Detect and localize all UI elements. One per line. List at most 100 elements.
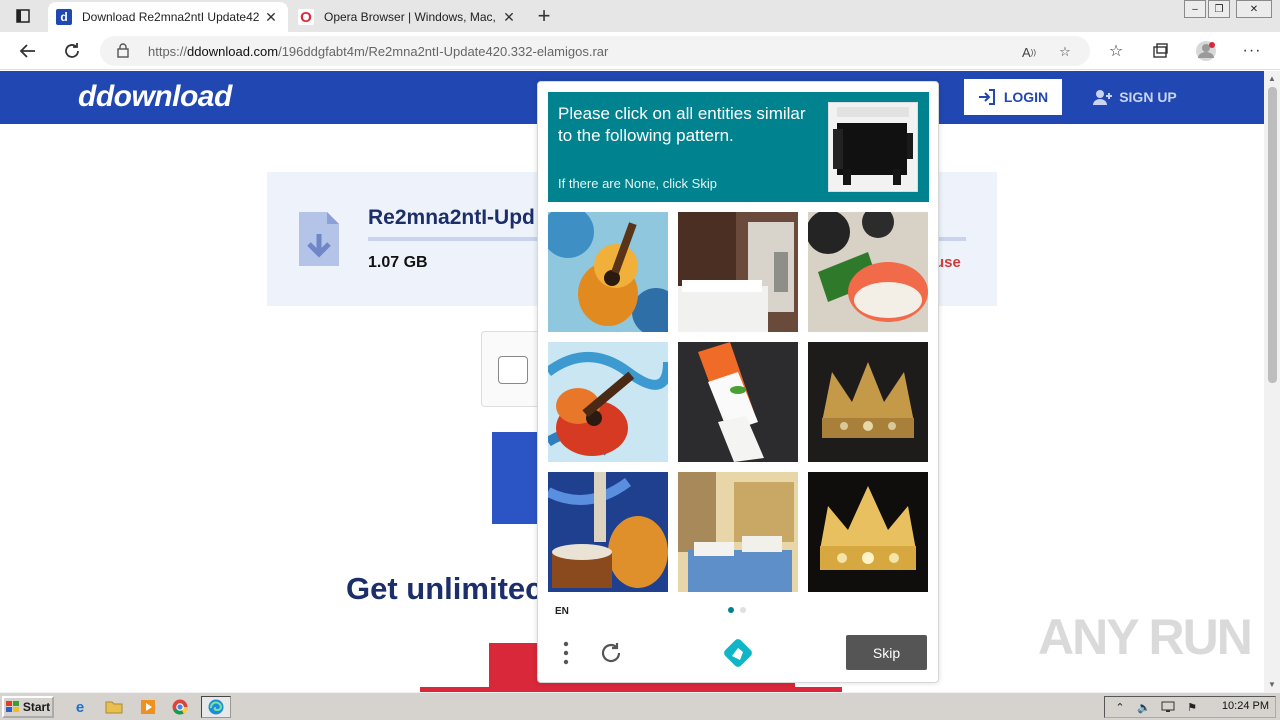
- challenge-tile-9[interactable]: [808, 472, 928, 592]
- challenge-tile-6[interactable]: [808, 342, 928, 462]
- tab-strip: d Download Re2mna2ntI Update42 ✕ O Opera…: [0, 0, 1280, 32]
- language-selector[interactable]: EN: [555, 606, 569, 617]
- refresh-icon: [65, 43, 79, 58]
- windows-logo-icon: [5, 701, 19, 712]
- ddownload-favicon-icon: d: [56, 9, 72, 25]
- file-explorer-taskbar-button[interactable]: [102, 696, 126, 718]
- media-player-icon: [141, 700, 155, 714]
- captcha-checkbox[interactable]: [498, 356, 528, 384]
- edge-icon: [208, 699, 224, 715]
- collections-button[interactable]: [1146, 38, 1174, 64]
- show-hidden-icons-icon[interactable]: ⌃: [1111, 699, 1129, 715]
- url-domain: ddownload.com: [187, 44, 279, 59]
- opera-favicon-icon: O: [298, 9, 314, 26]
- settings-menu-button[interactable]: ···: [1238, 38, 1266, 64]
- system-tray: ⌃ 🔈 ⚑ 10:24 PM: [1104, 696, 1276, 718]
- site-logo[interactable]: ddownload: [78, 80, 232, 114]
- challenge-tile-1[interactable]: [548, 212, 668, 332]
- guitar-painting-icon: [548, 472, 668, 592]
- tab-title: Opera Browser | Windows, Mac, L: [324, 10, 500, 24]
- refresh-button[interactable]: [58, 38, 86, 64]
- captcha-widget: [481, 331, 541, 407]
- scroll-up-icon[interactable]: ▲: [1264, 71, 1280, 85]
- start-button[interactable]: Start: [2, 696, 54, 718]
- add-user-icon: [1093, 90, 1113, 105]
- crown-icon: [808, 342, 928, 462]
- challenge-tile-3[interactable]: [808, 212, 928, 332]
- sushi-icon: [678, 342, 798, 462]
- tab-ddownload[interactable]: d Download Re2mna2ntI Update42 ✕: [48, 2, 288, 32]
- start-label: Start: [22, 700, 51, 714]
- tab-actions-button[interactable]: [10, 6, 36, 26]
- challenge-refresh-button[interactable]: [596, 638, 626, 668]
- taskbar-clock[interactable]: 10:24 PM: [1222, 700, 1269, 712]
- file-size: 1.07 GB: [368, 254, 428, 271]
- close-tab-icon[interactable]: ✕: [500, 9, 518, 26]
- premium-promo-heading: Get unlimitec: [346, 571, 543, 606]
- profile-button[interactable]: [1192, 38, 1220, 64]
- collections-icon: [1153, 43, 1168, 58]
- captcha-challenge-dialog: Please click on all entities similar to …: [537, 81, 939, 683]
- internet-explorer-taskbar-button[interactable]: e: [68, 696, 92, 718]
- restore-button[interactable]: ❐: [1208, 0, 1230, 18]
- read-aloud-icon[interactable]: A)): [1020, 43, 1038, 61]
- guitar-painting-icon: [548, 342, 668, 462]
- lock-icon[interactable]: [116, 42, 130, 58]
- login-button[interactable]: LOGIN: [964, 79, 1062, 115]
- challenge-tile-4[interactable]: [548, 342, 668, 462]
- tab-actions-icon: [16, 9, 30, 23]
- vertical-scrollbar[interactable]: ▲ ▼: [1264, 71, 1280, 692]
- login-label: LOGIN: [1003, 89, 1049, 105]
- signup-button[interactable]: SIGN UP: [1090, 79, 1180, 115]
- minimize-button[interactable]: –: [1184, 0, 1206, 18]
- edge-taskbar-button[interactable]: [201, 696, 231, 718]
- plus-icon: +: [537, 3, 551, 28]
- url-path: /196ddgfabt4m/Re2mna2ntI-Update420.332-e…: [278, 44, 609, 59]
- add-favorite-icon[interactable]: ☆: [1056, 43, 1074, 61]
- hotel-room-icon: [678, 472, 798, 592]
- close-tab-icon[interactable]: ✕: [262, 9, 280, 26]
- scroll-down-icon[interactable]: ▼: [1264, 677, 1280, 691]
- more-icon: ···: [1242, 42, 1262, 59]
- network-icon[interactable]: [1159, 699, 1177, 715]
- volume-icon[interactable]: 🔈: [1135, 699, 1153, 715]
- media-player-taskbar-button[interactable]: [136, 696, 160, 718]
- internet-explorer-icon: e: [75, 698, 85, 716]
- close-window-button[interactable]: ✕: [1236, 0, 1272, 18]
- file-download-icon: [299, 212, 339, 266]
- back-arrow-icon: [19, 44, 35, 58]
- chrome-icon: [172, 699, 188, 715]
- challenge-prompt: Please click on all entities similar to …: [548, 92, 929, 202]
- scroll-thumb[interactable]: [1268, 87, 1277, 383]
- sushi-icon: [808, 212, 928, 332]
- challenge-tile-7[interactable]: [548, 472, 668, 592]
- address-bar[interactable]: https://ddownload.com/196ddgfabt4m/Re2mn…: [100, 36, 1090, 66]
- guitar-painting-icon: [548, 212, 668, 332]
- challenge-menu-button[interactable]: [556, 638, 576, 668]
- challenge-tile-8[interactable]: [678, 472, 798, 592]
- challenge-tile-5[interactable]: [678, 342, 798, 462]
- back-button[interactable]: [14, 38, 42, 64]
- tab-opera[interactable]: O Opera Browser | Windows, Mac, L ✕: [290, 2, 526, 32]
- piano-pattern-icon: [829, 103, 917, 191]
- page-dot: [740, 607, 746, 613]
- signup-label: SIGN UP: [1119, 89, 1177, 105]
- anyrun-watermark: ANY RUN: [1038, 609, 1253, 665]
- prompt-text: Please click on all entities similar to …: [558, 104, 806, 145]
- avatar-icon: [1196, 41, 1216, 61]
- new-tab-button[interactable]: +: [532, 3, 556, 28]
- skip-button[interactable]: Skip: [846, 635, 927, 670]
- challenge-tile-2[interactable]: [678, 212, 798, 332]
- url-text[interactable]: https://ddownload.com/196ddgfabt4m/Re2mn…: [148, 44, 608, 59]
- url-prefix: https://: [148, 44, 188, 59]
- hcaptcha-logo-icon[interactable]: [721, 636, 755, 670]
- download-button[interactable]: [492, 432, 540, 524]
- favorites-button[interactable]: ☆: [1102, 38, 1130, 64]
- action-center-flag-icon[interactable]: ⚑: [1183, 699, 1201, 715]
- crown-icon: [808, 472, 928, 592]
- prompt-subtext: If there are None, click Skip: [558, 176, 717, 191]
- login-icon: [978, 89, 995, 105]
- refresh-icon: [601, 643, 621, 663]
- taskbar: Start e ⌃ 🔈 ⚑ 10:24 PM: [0, 692, 1280, 720]
- chrome-taskbar-button[interactable]: [168, 696, 192, 718]
